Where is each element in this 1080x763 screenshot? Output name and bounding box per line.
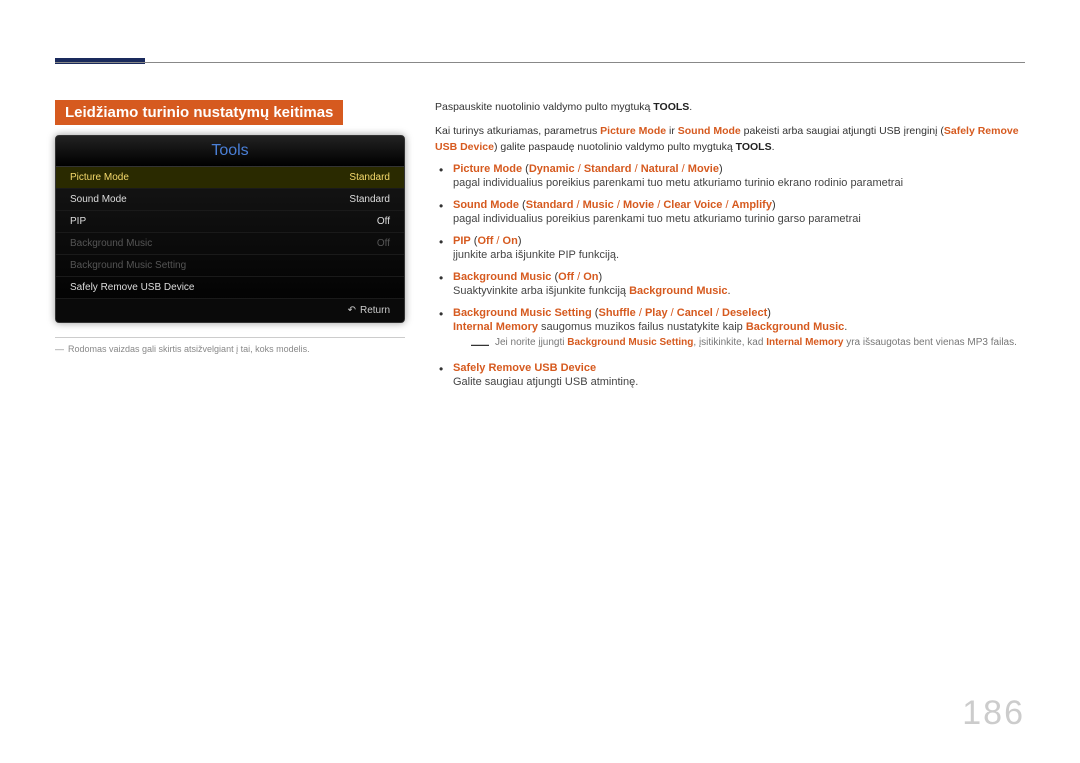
option-bg-music: Background Music (Off / On) Suaktyvinkit…	[435, 271, 1025, 297]
tools-panel: Tools Picture Mode Standard Sound Mode S…	[55, 135, 405, 323]
tools-row-label: Sound Mode	[70, 194, 127, 205]
section-title: Leidžiamo turinio nustatymų keitimas	[55, 100, 343, 125]
tools-panel-footer: ↶ Return	[56, 299, 404, 322]
top-divider	[55, 62, 1025, 63]
tools-row-value: Off	[377, 216, 390, 227]
tools-row-bg-music-setting: Background Music Setting	[56, 255, 404, 277]
tools-row-pip[interactable]: PIP Off	[56, 211, 404, 233]
tools-row-bg-music: Background Music Off	[56, 233, 404, 255]
option-desc: Galite saugiau atjungti USB atmintinę.	[453, 376, 1025, 388]
option-desc: pagal individualius poreikius parenkami …	[453, 213, 1025, 225]
page-number: 186	[962, 694, 1025, 733]
option-sound-mode: Sound Mode (Standard / Music / Movie / C…	[435, 199, 1025, 225]
tools-row-value: Standard	[349, 172, 390, 183]
intro-paragraph-1: Paspauskite nuotolinio valdymo pulto myg…	[435, 100, 1025, 116]
option-desc: Suaktyvinkite arba išjunkite funkciją Ba…	[453, 285, 1025, 297]
tools-row-sound-mode[interactable]: Sound Mode Standard	[56, 189, 404, 211]
tools-row-label: Background Music	[70, 238, 152, 249]
return-icon: ↶	[348, 305, 356, 316]
tools-row-label: Picture Mode	[70, 172, 129, 183]
option-safely-remove: Safely Remove USB Device Galite saugiau …	[435, 362, 1025, 388]
accent-bar	[55, 58, 145, 64]
option-desc: pagal individualius poreikius parenkami …	[453, 177, 1025, 189]
option-note: ― Jei norite įjungti Background Music Se…	[471, 337, 1025, 351]
tools-row-label: PIP	[70, 216, 86, 227]
option-picture-mode: Picture Mode (Dynamic / Standard / Natur…	[435, 163, 1025, 189]
tools-row-picture-mode[interactable]: Picture Mode Standard	[56, 167, 404, 189]
option-bg-music-setting: Background Music Setting (Shuffle / Play…	[435, 307, 1025, 351]
option-desc: įjunkite arba išjunkite PIP funkciją.	[453, 249, 1025, 261]
option-pip: PIP (Off / On) įjunkite arba išjunkite P…	[435, 235, 1025, 261]
tools-row-value: Off	[377, 238, 390, 249]
tools-row-label: Background Music Setting	[70, 260, 186, 271]
tools-row-safely-remove[interactable]: Safely Remove USB Device	[56, 277, 404, 299]
image-footnote: ― Rodomas vaizdas gali skirtis atsižvelgi…	[55, 337, 405, 354]
footnote-dash: ―	[55, 344, 64, 354]
tools-panel-title: Tools	[56, 136, 404, 167]
footnote-text: Rodomas vaizdas gali skirtis atsižvelgia…	[68, 344, 310, 354]
tools-row-value: Standard	[349, 194, 390, 205]
return-label: Return	[360, 305, 390, 316]
option-line2: Internal Memory saugomus muzikos failus …	[453, 321, 1025, 333]
intro-paragraph-2: Kai turinys atkuriamas, parametrus Pictu…	[435, 124, 1025, 156]
options-list: Picture Mode (Dynamic / Standard / Natur…	[435, 163, 1025, 387]
tools-row-label: Safely Remove USB Device	[70, 282, 195, 293]
note-dash: ―	[471, 337, 489, 351]
